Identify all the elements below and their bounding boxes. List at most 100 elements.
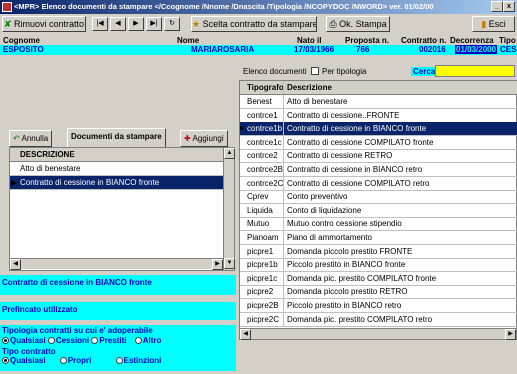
- right-grid-row[interactable]: picpre2C Domanda pic. prestito COMPILATO …: [240, 312, 517, 327]
- remove-contract-button[interactable]: ✘ Rimuovi contratto: [2, 16, 86, 32]
- door-icon: ▮: [481, 19, 487, 29]
- scroll-right-button[interactable]: ▶: [212, 259, 223, 270]
- right-grid-row-selected[interactable]: contrce1b Contratto di cessione in BIANCO…: [240, 122, 517, 137]
- nav-next-button[interactable]: ▶: [128, 17, 144, 31]
- exit-button[interactable]: ▮ Esci: [472, 16, 515, 32]
- descrizione-cell: Domanda piccolo prestito RETRO: [287, 287, 408, 297]
- tipografo-cell: contrce1b: [244, 122, 284, 136]
- window-title: <MPR> Elenco documenti da stampare </Cco…: [14, 2, 434, 11]
- nav-last-button[interactable]: ▶|: [146, 17, 162, 31]
- annulla-tab[interactable]: ↶ Annulla: [9, 130, 53, 147]
- search-input[interactable]: [435, 65, 515, 77]
- label-decorrenza: Decorrenza: [450, 36, 494, 45]
- app-icon: [2, 2, 12, 12]
- right-grid-row[interactable]: Cprev Conto preventivo: [240, 190, 517, 205]
- right-grid-row[interactable]: Benest Atto di benestare: [240, 95, 517, 109]
- tipografo-cell: picpre1c: [244, 271, 284, 285]
- radio-cessioni[interactable]: [47, 337, 55, 345]
- descrizione-cell: Contratto di cessione..FRONTE: [287, 110, 400, 120]
- refresh-button[interactable]: ↻: [164, 17, 180, 31]
- right-grid-row[interactable]: picpre1b Piccolo prestito in BIANCO front…: [240, 258, 517, 273]
- per-tipologia-checkbox[interactable]: [311, 67, 319, 75]
- elenco-label: Elenco documenti: [243, 67, 307, 76]
- tipo-label: Tipo contratto: [2, 347, 56, 356]
- tipologia-label: Tipologia contratti su cui e' adoperabil…: [2, 326, 153, 335]
- tipografo-cell: picpre1b: [244, 258, 284, 272]
- left-documents-grid: DESCRIZIONE Atto di benestare Contratto …: [9, 147, 235, 271]
- right-grid-row[interactable]: picpre2 Domanda piccolo prestito RETRO: [240, 285, 517, 300]
- radio-propri[interactable]: [59, 357, 67, 365]
- radio-tipo-qualsiasi[interactable]: [2, 357, 9, 365]
- descrizione-cell: Piano di ammortamento: [287, 233, 372, 242]
- label-nato: Nato il: [297, 36, 322, 45]
- scroll-down-button[interactable]: ▼: [224, 258, 235, 269]
- column-tipografo: Tipografo: [244, 81, 284, 94]
- left-hscrollbar[interactable]: ◀ ▶: [10, 258, 223, 270]
- right-scroll-left-button[interactable]: ◀: [240, 329, 251, 340]
- tipografo-cell: picpre1: [244, 244, 284, 258]
- minimize-button[interactable]: _: [491, 1, 503, 12]
- value-nato: 17/03/1966: [294, 45, 335, 54]
- tipografo-cell: Cprev: [244, 190, 284, 204]
- radio-prestiti[interactable]: [91, 337, 99, 345]
- right-grid-row[interactable]: picpre1 Domanda piccolo prestito FRONTE: [240, 244, 517, 259]
- left-grid-row-selected[interactable]: Contratto di cessione in BIANCO fronte: [10, 176, 225, 190]
- aggiungi-tab[interactable]: ✚ Aggiungi: [180, 130, 228, 147]
- nav-prev-button[interactable]: ◀: [110, 17, 126, 31]
- add-icon: ✚: [184, 134, 191, 143]
- left-grid-row[interactable]: Atto di benestare: [10, 162, 225, 176]
- right-grid-row[interactable]: picpre1c Domanda pic. prestito COMPILATO …: [240, 271, 517, 286]
- left-grid-header: DESCRIZIONE: [10, 148, 225, 162]
- prefincato-field: Prefincato utilizzato: [0, 302, 236, 320]
- close-button[interactable]: x: [503, 1, 515, 12]
- print-ok-button[interactable]: ⎙ Ok. Stampa: [326, 16, 390, 32]
- descrizione-cell: Contratto di cessione COMPILATO fronte: [287, 137, 434, 147]
- search-label: Cerca: [411, 67, 438, 76]
- tipo-radio-group: Qualsiasi Propri Estinzioni: [2, 356, 234, 365]
- value-nome: MARIAROSARIA: [191, 45, 255, 54]
- tipografo-cell: Benest: [244, 95, 284, 108]
- scroll-up-button[interactable]: ▲: [224, 148, 235, 159]
- right-grid-row[interactable]: Liquida Conto di liquidazione: [240, 203, 517, 218]
- right-grid-row[interactable]: contrce2 Contratto di cessione RETRO: [240, 149, 517, 164]
- right-grid-row[interactable]: picpre2B Piccolo prestito in BIANCO retro: [240, 299, 517, 313]
- right-grid-row[interactable]: contrce2C Contratto di cessione COMPILATO…: [240, 176, 517, 191]
- right-documents-grid: Tipografo Descrizione Benest Atto di bene…: [239, 80, 517, 340]
- tipografo-cell: contrce2C: [244, 176, 284, 190]
- label-tipo: Tipo: [499, 36, 516, 45]
- radio-qualsiasi[interactable]: [2, 337, 9, 345]
- right-grid-row[interactable]: Pianoam Piano di ammortamento: [240, 231, 517, 245]
- choose-contract-button[interactable]: ★ Scelta contratto da stampare: [191, 16, 317, 32]
- descrizione-cell: Mutuo contro cessione stipendio: [287, 219, 402, 229]
- tipografo-cell: Liquida: [244, 203, 284, 217]
- descrizione-cell: Domanda pic. prestito COMPILATO fronte: [287, 273, 437, 283]
- label-contratto: Contratto n.: [401, 36, 447, 45]
- tipologia-radio-group: Qualsiasi Cessioni Prestiti Altro: [2, 336, 234, 345]
- remove-icon: ✘: [3, 19, 12, 29]
- right-grid-row[interactable]: contrce1c Contratto di cessione COMPILATO…: [240, 135, 517, 150]
- value-cognome: ESPOSITO: [3, 45, 44, 54]
- left-grid-scrollbar[interactable]: ▲ ▼: [223, 148, 235, 270]
- tipografo-cell: contrce1: [244, 108, 284, 122]
- value-decorrenza: 01/03/2000: [455, 45, 498, 54]
- label-nome: Nome: [177, 36, 200, 45]
- right-grid-row[interactable]: Mutuo Mutuo contro cessione stipendio: [240, 217, 517, 232]
- right-hscrollbar[interactable]: ◀ ▶: [240, 328, 516, 340]
- documenti-tab[interactable]: Documenti da stampare: [67, 128, 166, 148]
- row-pointer-icon: ▶: [11, 178, 18, 187]
- tipografo-cell: picpre2: [244, 285, 284, 299]
- right-grid-row[interactable]: contrce2B Contratto di cessione in BIANCO…: [240, 163, 517, 177]
- descrizione-cell: Atto di benestare: [287, 97, 348, 106]
- right-grid-row[interactable]: contrce1 Contratto di cessione..FRONTE: [240, 108, 517, 123]
- per-tipologia-label: Per tipologia: [322, 67, 367, 76]
- scroll-left-button[interactable]: ◀: [10, 259, 21, 270]
- options-panel: Tipologia contratti su cui e' adoperabil…: [0, 325, 236, 371]
- descrizione-cell: Piccolo prestito in BIANCO retro: [287, 301, 402, 310]
- descrizione-cell: Piccolo prestito in BIANCO fronte: [287, 260, 406, 270]
- radio-altro[interactable]: [134, 337, 142, 345]
- nav-first-button[interactable]: |◀: [92, 17, 108, 31]
- selected-document-field: Contratto di cessione in BIANCO fronte: [0, 275, 236, 295]
- right-scroll-right-button[interactable]: ▶: [505, 329, 516, 340]
- tipografo-cell: contrce2: [244, 149, 284, 163]
- radio-estinzioni[interactable]: [115, 357, 123, 365]
